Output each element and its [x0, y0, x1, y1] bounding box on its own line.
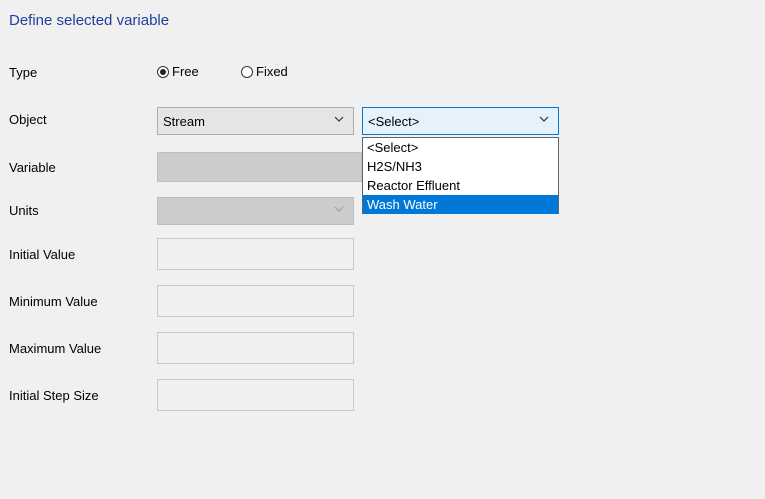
- units-select[interactable]: [157, 197, 354, 225]
- object-select-value: Stream: [163, 114, 205, 129]
- chevron-down-icon: [539, 116, 549, 123]
- dropdown-option[interactable]: H2S/NH3: [363, 157, 558, 176]
- object-label: Object: [9, 112, 47, 127]
- radio-checked-icon: [157, 66, 169, 78]
- dropdown-option[interactable]: <Select>: [363, 138, 558, 157]
- units-label: Units: [9, 203, 39, 218]
- minimum-value-field[interactable]: [157, 285, 354, 317]
- radio-unchecked-icon: [241, 66, 253, 78]
- stream-select[interactable]: <Select>: [362, 107, 559, 135]
- type-label: Type: [9, 65, 37, 80]
- initial-value-label: Initial Value: [9, 247, 75, 262]
- type-radio-free-label: Free: [172, 64, 199, 79]
- chevron-down-icon: [334, 206, 344, 213]
- initial-step-size-label: Initial Step Size: [9, 388, 99, 403]
- object-select[interactable]: Stream: [157, 107, 354, 135]
- chevron-down-icon: [334, 116, 344, 123]
- maximum-value-field[interactable]: [157, 332, 354, 364]
- dropdown-option[interactable]: Reactor Effluent: [363, 176, 558, 195]
- dropdown-option-highlighted[interactable]: Wash Water: [363, 195, 558, 214]
- minimum-value-label: Minimum Value: [9, 294, 98, 309]
- variable-label: Variable: [9, 160, 56, 175]
- type-radio-fixed-label: Fixed: [256, 64, 288, 79]
- stream-dropdown-list: <Select> H2S/NH3 Reactor Effluent Wash W…: [362, 137, 559, 214]
- initial-value-field[interactable]: [157, 238, 354, 270]
- section-title: Define selected variable: [9, 12, 169, 29]
- maximum-value-label: Maximum Value: [9, 341, 101, 356]
- variable-select[interactable]: [157, 152, 362, 182]
- initial-step-size-field[interactable]: [157, 379, 354, 411]
- stream-select-value: <Select>: [368, 114, 419, 129]
- type-radio-fixed[interactable]: Fixed: [241, 64, 288, 79]
- type-radio-free[interactable]: Free: [157, 64, 199, 79]
